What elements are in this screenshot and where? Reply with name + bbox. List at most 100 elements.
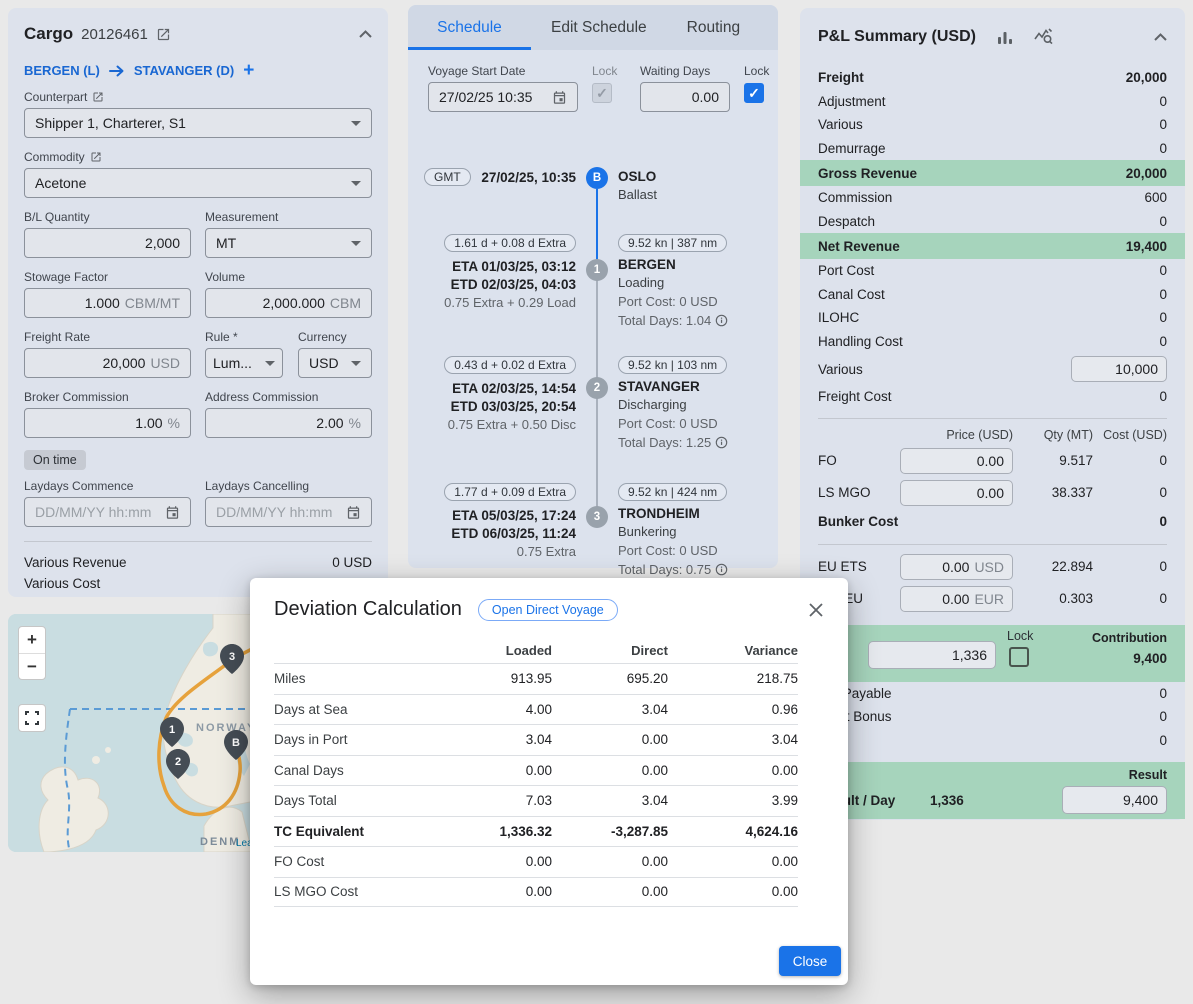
route-arrow-icon [109,65,125,77]
timeline-marker[interactable]: 2 [586,377,608,399]
pnl-row-value: 20,000 [1126,70,1167,85]
address-commission-input[interactable]: 2.00% [205,408,372,438]
volume-input[interactable]: 2,000.000CBM [205,288,372,318]
calendar-icon[interactable] [346,505,361,520]
laydays-cancelling-input[interactable]: DD/MM/YY hh:mm [205,497,372,527]
leg-speed-chip: 9.52 kn | 103 nm [618,356,727,374]
map-zoom-control: + − [18,626,46,680]
tab-edit-schedule[interactable]: Edit Schedule [531,5,667,50]
map-pin-b[interactable]: B [224,730,248,760]
map-pin-2[interactable]: 2 [166,749,190,779]
open-in-new-icon[interactable] [156,27,171,42]
etd-text: ETD 06/03/25, 11:24 [451,525,576,543]
tce-input[interactable]: 1,336 [868,641,996,669]
net-revenue-band: Net Revenue19,400 [800,233,1185,259]
stowage-factor-label: Stowage Factor [24,270,191,284]
calendar-icon[interactable] [552,90,567,105]
leg-duration-chip: 1.61 d + 0.08 d Extra [444,234,576,252]
map-country-label-denmark: DENM [200,836,240,848]
fo-price-input[interactable]: 0.00 [900,448,1013,474]
open-direct-voyage-button[interactable]: Open Direct Voyage [478,599,618,621]
timeline-marker[interactable]: 3 [586,506,608,528]
lsmgo-price-input[interactable]: 0.00 [900,480,1013,506]
etd-text: ETD 03/03/25, 20:54 [451,398,576,416]
timeline-line-ballast [596,189,598,259]
calendar-icon[interactable] [165,505,180,520]
col-header-direct: Direct [552,643,668,658]
currency-select[interactable]: USD [298,348,372,378]
waiting-lock-checkbox[interactable]: ✓ [744,83,764,103]
info-icon[interactable] [715,563,728,576]
emission-qty: 0.303 [1013,591,1093,606]
close-button[interactable]: Close [779,946,841,976]
pnl-row-label: Port Cost [818,263,874,278]
eu-ets-price-input[interactable]: 0.00USD [900,554,1013,580]
pnl-row-value: 600 [1144,190,1167,205]
pnl-row-label: ILOHC [818,310,859,325]
open-in-new-icon[interactable] [90,151,102,163]
counterpart-select[interactable]: Shipper 1, Charterer, S1 [24,108,372,138]
schedule-panel: Schedule Edit Schedule Routing Voyage St… [408,5,778,568]
tce-lock-checkbox[interactable] [1009,647,1029,667]
pnl-row-value: 0 [1159,141,1167,156]
bar-chart-icon[interactable] [996,28,1014,46]
extra-days-text: 0.75 Extra + 0.29 Load [444,294,576,312]
result-band: Result Result / Day 1,336 9,400 [800,762,1185,819]
rule-label: Rule * [205,330,283,344]
info-icon[interactable] [715,314,728,327]
route-from-link[interactable]: BERGEN (L) [24,63,100,78]
measurement-label: Measurement [205,210,372,224]
map-pin-1[interactable]: 1 [160,717,184,747]
info-icon[interactable] [715,436,728,449]
pnl-row-value: 0 [1159,733,1167,748]
pnl-row-label: Canal Cost [818,287,885,302]
zoom-out-button[interactable]: − [19,653,45,679]
table-row-tc-equivalent: TC Equivalent 1,336.32 -3,287.85 4,624.1… [274,816,798,847]
tab-routing[interactable]: Routing [667,5,760,50]
broker-commission-input[interactable]: 1.00% [24,408,191,438]
collapse-chevron-icon[interactable] [359,30,372,38]
timeline-marker[interactable]: 1 [586,259,608,281]
measurement-select[interactable]: MT [205,228,372,258]
total-days-text: Total Days: 1.25 [618,433,711,452]
close-icon[interactable] [808,602,824,618]
pnl-row-label: Handling Cost [818,334,903,349]
fueleu-price-input[interactable]: 0.00EUR [900,586,1013,612]
various-cost-input[interactable]: 10,000 [1071,356,1167,382]
fullscreen-button[interactable] [18,704,46,732]
route-to-link[interactable]: STAVANGER (D) [134,63,234,78]
waiting-days-input[interactable]: 0.00 [640,82,730,112]
pnl-row-label: Various [818,117,863,132]
eta-text: ETA 05/03/25, 17:24 [452,507,576,525]
table-row: Days Total 7.03 3.04 3.99 [274,785,798,816]
emission-row-label: EU ETS [818,559,900,574]
add-port-button[interactable]: + [243,64,254,78]
freight-rate-input[interactable]: 20,000USD [24,348,191,378]
result-input[interactable]: 9,400 [1062,786,1167,814]
pnl-row-label: Freight [818,70,864,85]
laydays-commence-input[interactable]: DD/MM/YY hh:mm [24,497,191,527]
bl-quantity-input[interactable]: 2,000 [24,228,191,258]
pnl-row-label: Freight Cost [818,389,892,404]
collapse-chevron-icon[interactable] [1154,33,1167,41]
rule-select[interactable]: Lum... [205,348,283,378]
map-pin-3[interactable]: 3 [220,644,244,674]
zoom-in-button[interactable]: + [19,627,45,653]
bunker-qty: 9.517 [1013,453,1093,468]
total-days-text: Total Days: 1.04 [618,311,711,330]
contribution-band: TCE 1,336 Lock Contribution 9,400 [800,625,1185,682]
commodity-select[interactable]: Acetone [24,168,372,198]
query-stats-icon[interactable] [1034,28,1054,46]
bunker-cost: 0 [1093,485,1167,500]
stowage-factor-input[interactable]: 1.000CBM/MT [24,288,191,318]
deviation-calculation-modal: Deviation Calculation Open Direct Voyage… [250,578,848,985]
voyage-start-date-input[interactable]: 27/02/25 10:35 [428,82,578,112]
extra-days-text: 0.75 Extra + 0.50 Disc [448,416,576,434]
address-commission-label: Address Commission [205,390,372,404]
open-in-new-icon[interactable] [92,91,104,103]
port-name: TRONDHEIM [618,505,700,523]
col-header-variance: Variance [668,643,798,658]
tab-schedule[interactable]: Schedule [408,5,531,50]
timeline-marker-start[interactable]: B [586,167,608,189]
bunker-row-label: LS MGO [818,485,900,500]
